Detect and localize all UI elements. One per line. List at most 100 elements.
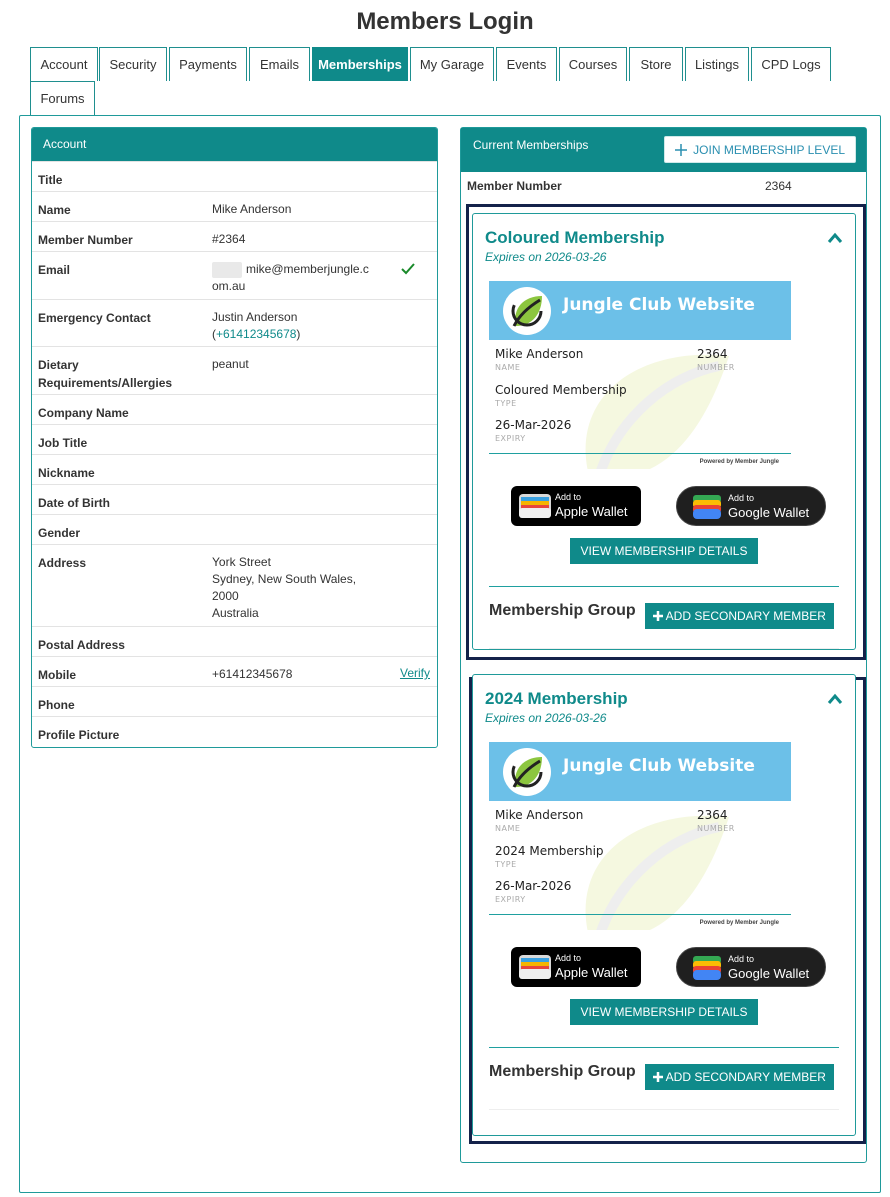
account-row-emergency-contact: Emergency Contact Justin Anderson (+6141…: [32, 299, 437, 346]
view-membership-details-button[interactable]: VIEW MEMBERSHIP DETAILS: [570, 999, 758, 1025]
row-label: Title: [38, 173, 63, 187]
check-icon: [401, 263, 415, 275]
add-to-apple-wallet-button[interactable]: Add to Apple Wallet: [511, 486, 641, 526]
google-wallet-icon: [693, 956, 721, 980]
tab-courses[interactable]: Courses: [559, 47, 627, 81]
card-number: 2364: [697, 808, 728, 822]
account-row-member-number: Member Number #2364: [32, 221, 437, 251]
tab-my-garage[interactable]: My Garage: [410, 47, 494, 81]
wallet-button-title: Apple Wallet: [555, 504, 628, 519]
account-row-phone: Phone: [32, 686, 437, 716]
club-name: Jungle Club Website: [563, 756, 755, 776]
row-value: +61412345678: [212, 667, 293, 681]
card-expiry: 26-Mar-2026: [495, 879, 572, 893]
card-type: Coloured Membership: [495, 383, 627, 397]
membership-card: 2024 Membership Expires on 2026-03-26 Ju…: [472, 674, 856, 1136]
tab-security[interactable]: Security: [99, 47, 167, 81]
row-label: Member Number: [38, 233, 133, 247]
join-membership-label: JOIN MEMBERSHIP LEVEL: [693, 142, 845, 157]
tab-account[interactable]: Account: [30, 47, 98, 81]
add-to-google-wallet-button[interactable]: Add to Google Wallet: [676, 947, 826, 987]
card-field-label: NAME: [495, 824, 521, 833]
account-panel-heading: Account: [32, 128, 437, 161]
membership-name: Coloured Membership: [485, 228, 665, 247]
row-value: #2364: [212, 232, 246, 246]
account-row-mobile: Mobile +61412345678 Verify: [32, 656, 437, 686]
account-row-name: Name Mike Anderson: [32, 191, 437, 221]
wallet-button-title: Apple Wallet: [555, 965, 628, 980]
wallet-button-caption: Add to: [728, 954, 755, 964]
tab-listings[interactable]: Listings: [685, 47, 749, 81]
row-value: Mike Anderson: [212, 202, 292, 216]
membership-group-label: Membership Group: [489, 1063, 636, 1080]
digital-membership-card: Jungle Club Website Mike Anderson NAME 2…: [489, 281, 791, 469]
tab-payments[interactable]: Payments: [169, 47, 247, 81]
redacted-email-prefix: [212, 261, 242, 278]
card-field-label: TYPE: [495, 860, 517, 869]
plus-icon: [653, 1072, 663, 1082]
verify-mobile-link[interactable]: Verify: [400, 666, 430, 680]
jungle-leaf-logo-icon: [503, 748, 551, 796]
section-divider: [489, 586, 839, 587]
add-to-apple-wallet-button[interactable]: Add to Apple Wallet: [511, 947, 641, 987]
memberships-panel-header: Current Memberships JOIN MEMBERSHIP LEVE…: [461, 128, 866, 172]
account-row-dietary: Dietary Requirements/Allergies peanut: [32, 346, 437, 394]
address-line: Sydney, New South Wales,: [212, 572, 357, 586]
row-label: Emergency Contact: [38, 311, 151, 325]
card-field-label: NAME: [495, 363, 521, 372]
tab-memberships[interactable]: Memberships: [312, 47, 408, 81]
card-divider: [489, 914, 791, 915]
google-wallet-icon: [693, 495, 721, 519]
member-number-label: Member Number: [467, 179, 562, 193]
add-secondary-member-button[interactable]: ADD SECONDARY MEMBER: [645, 1064, 834, 1090]
wallet-button-title: Google Wallet: [728, 505, 810, 520]
row-label: Dietary Requirements/Allergies: [38, 358, 173, 390]
card-number: 2364: [697, 347, 728, 361]
emergency-contact-phone-link[interactable]: +61412345678: [216, 327, 296, 341]
tab-events[interactable]: Events: [496, 47, 557, 81]
section-divider: [489, 1047, 839, 1048]
tab-store[interactable]: Store: [629, 47, 683, 81]
emergency-contact-name: Justin Anderson: [212, 310, 298, 324]
membership-group-label: Membership Group: [489, 602, 636, 619]
membership-expiry: Expires on 2026-03-26: [485, 250, 607, 264]
membership-card: Coloured Membership Expires on 2026-03-2…: [472, 213, 856, 650]
view-membership-details-button[interactable]: VIEW MEMBERSHIP DETAILS: [570, 538, 758, 564]
add-secondary-member-button[interactable]: ADD SECONDARY MEMBER: [645, 603, 834, 629]
wallet-button-title: Google Wallet: [728, 966, 810, 981]
address-line: 2000: [212, 589, 239, 603]
chevron-up-icon[interactable]: [827, 232, 843, 244]
tab-emails[interactable]: Emails: [249, 47, 310, 81]
join-membership-button[interactable]: JOIN MEMBERSHIP LEVEL: [664, 136, 856, 163]
card-divider: [489, 453, 791, 454]
tab-forums[interactable]: Forums: [30, 81, 95, 115]
memberships-heading: Current Memberships: [473, 138, 589, 152]
add-secondary-member-label: ADD SECONDARY MEMBER: [665, 609, 826, 623]
tab-cpd-logs[interactable]: CPD Logs: [751, 47, 831, 81]
account-row-title: Title: [32, 161, 437, 192]
add-secondary-member-label: ADD SECONDARY MEMBER: [665, 1070, 826, 1084]
membership-name: 2024 Membership: [485, 689, 628, 708]
add-to-google-wallet-button[interactable]: Add to Google Wallet: [676, 486, 826, 526]
section-divider: [489, 1109, 839, 1110]
account-row-gender: Gender: [32, 514, 437, 544]
wallet-button-caption: Add to: [555, 953, 582, 963]
row-label: Email: [38, 263, 71, 277]
apple-wallet-icon: [519, 955, 551, 979]
row-label: Company Name: [38, 406, 129, 420]
card-holder-name: Mike Anderson: [495, 347, 584, 361]
row-value: mike@memberjungle.com.au: [212, 261, 372, 295]
plus-icon: [653, 611, 663, 621]
row-label: Date of Birth: [38, 496, 110, 510]
wallet-button-caption: Add to: [555, 492, 582, 502]
row-value: York Street Sydney, New South Wales, 200…: [212, 554, 387, 622]
wallet-button-caption: Add to: [728, 493, 755, 503]
account-row-profile-picture: Profile Picture: [32, 716, 437, 747]
card-field-label: NUMBER: [697, 363, 735, 372]
chevron-up-icon[interactable]: [827, 693, 843, 705]
account-panel: Account Title Name Mike Anderson Member …: [31, 127, 438, 748]
card-field-label: TYPE: [495, 399, 517, 408]
address-line: Australia: [212, 606, 259, 620]
section-divider: [489, 648, 839, 649]
address-line: York Street: [212, 555, 271, 569]
